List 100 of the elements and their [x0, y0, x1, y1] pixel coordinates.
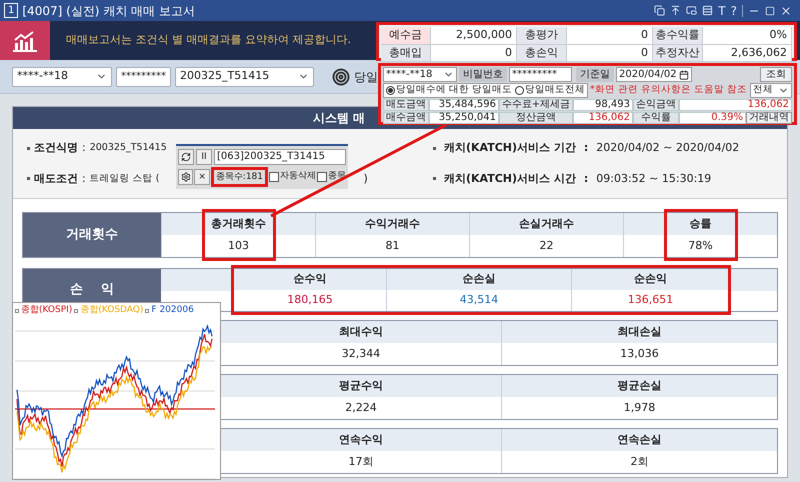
- table-cell-text: 32,344: [340, 346, 382, 362]
- amount-value: 136,062: [679, 99, 792, 111]
- checkbox-option[interactable]: 자동삭제: [269, 170, 316, 184]
- column-header: 연속손실: [502, 429, 777, 451]
- column-header: 순손실: [387, 269, 571, 290]
- column-header: 수익거래수: [316, 213, 469, 235]
- radio-option[interactable]: 당일매도전체: [515, 83, 586, 98]
- table-cell-text: 81: [384, 238, 400, 254]
- summary-value: 2,500,000: [431, 27, 517, 44]
- table-cell-text: 1,978: [622, 400, 656, 416]
- legend-marker: [145, 309, 150, 313]
- table-cell-text: 2회: [630, 454, 650, 470]
- summary-value: 0: [567, 44, 653, 61]
- layout-icon[interactable]: [702, 5, 714, 16]
- header-cell: [730, 269, 777, 291]
- amount-label: 매도금액: [383, 99, 429, 111]
- chart-icon: [13, 30, 37, 52]
- window-icon[interactable]: [686, 5, 698, 16]
- column-header: 연속수익: [221, 429, 501, 451]
- close-icon[interactable]: [780, 4, 792, 16]
- table-cell-text: 13,036: [619, 346, 660, 362]
- summary-label: 총매입: [381, 44, 431, 61]
- account-select[interactable]: ****-**18: [383, 67, 457, 82]
- amount-value: 35,250,041: [429, 112, 499, 124]
- close-button[interactable]: ×: [194, 169, 210, 185]
- table-cell-text: 180,165: [286, 292, 334, 308]
- amount-value: 0.39%: [679, 112, 746, 124]
- radio-button[interactable]: [386, 86, 395, 95]
- password-field[interactable]: *********: [509, 67, 572, 82]
- summary-label: 총평가: [517, 27, 567, 44]
- amount-label: 손익금액: [633, 99, 679, 111]
- toolbar-glyph[interactable]: ?: [730, 4, 737, 16]
- field-label: 기준일: [576, 67, 614, 82]
- column-header: 최대손실: [502, 321, 777, 343]
- restore-icon[interactable]: [654, 5, 666, 16]
- info-separator: :: [584, 140, 588, 156]
- notice-text: *화면 관련 유의사항은 도움말 참조: [590, 83, 747, 98]
- info-label: 조건식명: [34, 140, 78, 156]
- table-cell-text: 78%: [687, 238, 714, 254]
- window-title: [4007] (실전) 캐치 매매 보고서: [22, 2, 195, 20]
- summary-label: 추정자산: [653, 44, 703, 61]
- info-separator: :: [82, 140, 86, 156]
- summary-label: 예수금: [381, 27, 431, 44]
- column-header: 순손익: [572, 269, 729, 290]
- info-value: 2020/04/02 ~ 2020/04/02: [596, 140, 740, 156]
- table-cell-text: 17회: [348, 454, 374, 470]
- info-value: 09:03:52 ~ 15:30:19: [596, 170, 712, 186]
- stock-count: 종목수:181: [210, 167, 268, 187]
- pause-button[interactable]: II: [196, 148, 212, 164]
- condition-name-field[interactable]: [063]200325_T31415: [214, 148, 346, 164]
- info-label: 캐치(KATCH)서비스 기간: [444, 140, 576, 156]
- info-separator: :: [82, 170, 86, 186]
- toolbar-glyph[interactable]: T: [718, 4, 726, 16]
- calendar-icon[interactable]: [678, 70, 689, 80]
- info-value: 200325_T51415: [90, 141, 167, 156]
- history-button[interactable]: 거래내역: [746, 112, 792, 124]
- amount-label: 매수금액: [383, 112, 429, 124]
- date-field[interactable]: 2020/04/02: [616, 67, 692, 82]
- amount-label: 정산금액: [499, 112, 573, 124]
- refresh-icon: [181, 152, 191, 162]
- refresh-button[interactable]: [178, 148, 194, 164]
- target-icon[interactable]: [332, 68, 350, 86]
- column-header: 순수익: [234, 269, 386, 290]
- checkbox-option[interactable]: 종목: [317, 170, 346, 184]
- checkbox[interactable]: [269, 172, 279, 182]
- section-title: 시스템 매: [313, 110, 366, 127]
- filter-select[interactable]: 전체: [750, 83, 792, 98]
- column-header: 평균수익: [221, 375, 501, 397]
- table-cell-text: 2,224: [344, 400, 378, 416]
- summary-label: 총손익: [517, 44, 567, 61]
- summary-value: 0: [431, 44, 517, 61]
- window-badge: 1: [4, 3, 18, 18]
- checkbox[interactable]: [317, 172, 327, 182]
- column-header: 평균손실: [502, 375, 777, 397]
- radio-button[interactable]: [515, 86, 524, 95]
- amount-value: 35,484,596: [429, 99, 499, 111]
- condition-select[interactable]: 200325_T51415: [175, 66, 314, 86]
- summary-value: 0%: [703, 27, 792, 44]
- legend-marker: [15, 309, 19, 313]
- legend-marker: [74, 309, 78, 313]
- summary-label: 총수익률: [653, 27, 703, 44]
- password-field[interactable]: *********: [116, 66, 171, 86]
- header-cell: [161, 269, 233, 291]
- maximize-icon[interactable]: [765, 6, 775, 16]
- column-header: 승률: [624, 213, 777, 235]
- query-button[interactable]: 조회: [760, 67, 792, 82]
- settings-icon: [180, 172, 191, 182]
- info-value: 트레일링 스탑 (: [90, 172, 160, 186]
- column-header: 총거래횟수: [162, 213, 315, 235]
- pin-icon[interactable]: [670, 5, 682, 16]
- table-cell-text: 103: [227, 238, 250, 254]
- amount-value: 136,062: [573, 112, 633, 124]
- radio-option[interactable]: 당일매수에 대한 당일매도: [386, 83, 512, 98]
- account-select[interactable]: ****-**18: [12, 66, 112, 86]
- amount-label: 수수료+제세금: [499, 99, 573, 111]
- info-value: ): [363, 170, 368, 186]
- settings-button[interactable]: [178, 169, 194, 185]
- table-cell-text: 22: [538, 238, 554, 254]
- today-label: 당일: [354, 68, 378, 86]
- table-cell-text: 136,651: [626, 292, 674, 308]
